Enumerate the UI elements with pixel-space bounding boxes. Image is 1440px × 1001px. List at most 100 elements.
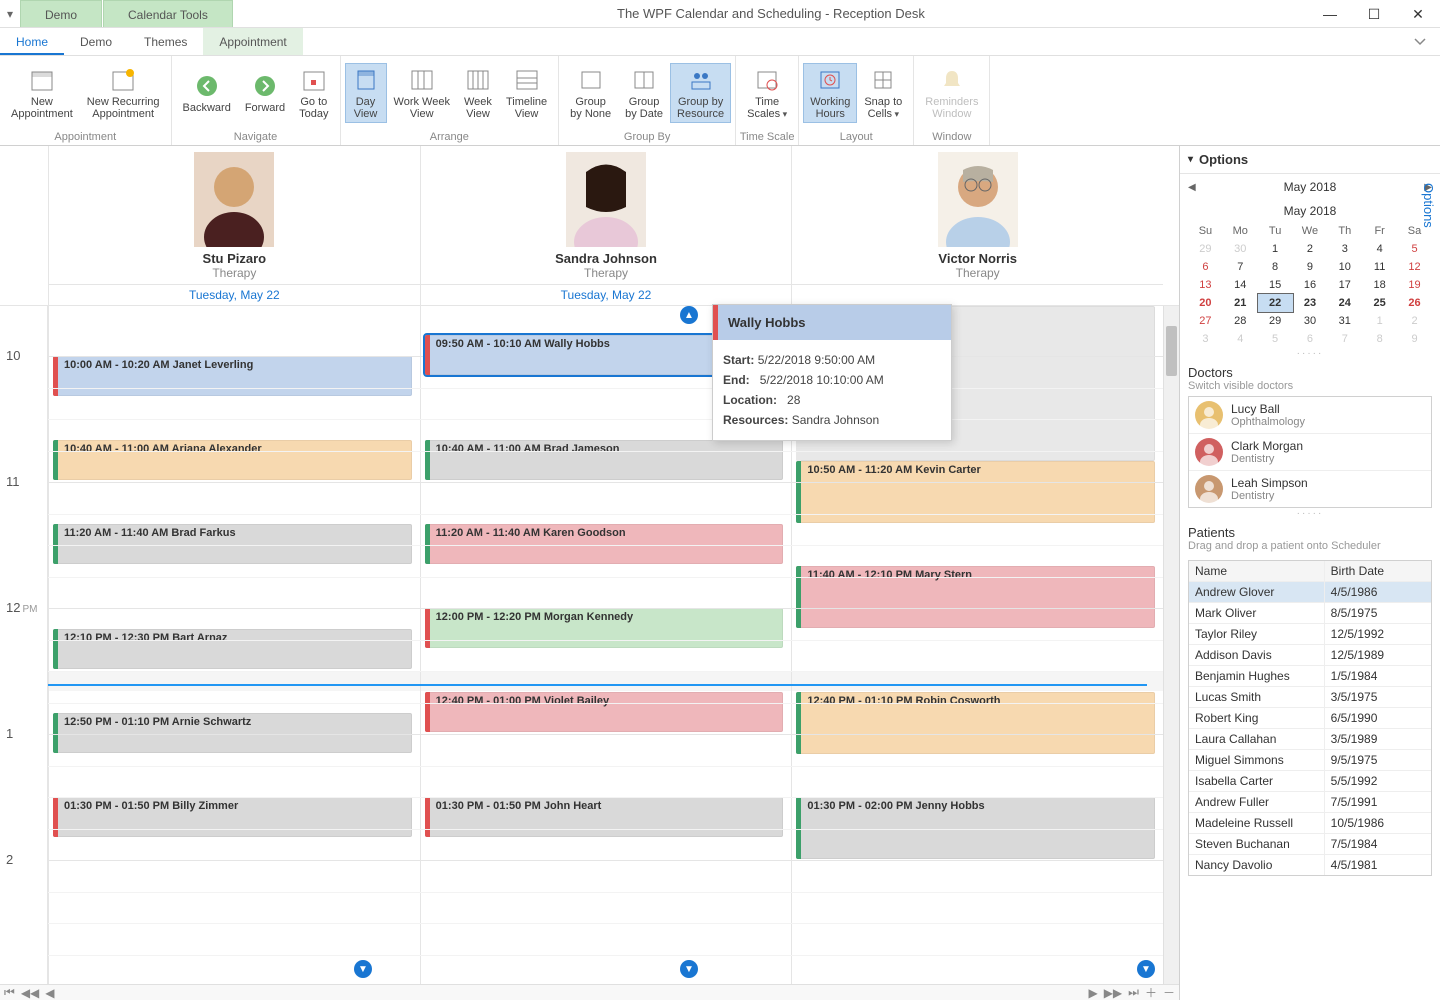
doctor-item[interactable]: Leah SimpsonDentistry [1189,471,1431,507]
tab-home[interactable]: Home [0,28,64,55]
calendar-day[interactable]: 29 [1258,312,1293,330]
group-none-button[interactable]: Group by None [563,63,618,123]
appointment[interactable]: 11:20 AM - 11:40 AM Karen Goodson [425,524,784,564]
patient-row[interactable]: Isabella Carter5/5/1992 [1189,771,1431,792]
column-scroll-down-icon[interactable]: ▼ [1137,960,1155,978]
forward-button[interactable]: Forward [238,69,292,117]
calendar-day[interactable]: 16 [1293,276,1328,294]
patient-row[interactable]: Andrew Glover4/5/1986 [1189,582,1431,603]
calendar-day[interactable]: 10 [1327,258,1362,276]
qat-dropdown-icon[interactable]: ▾ [0,7,20,21]
new-appointment-button[interactable]: New Appointment [4,63,80,123]
timeline-view-button[interactable]: Timeline View [499,63,554,123]
ribbon-collapse-icon[interactable] [1400,28,1440,55]
calendar-day[interactable]: 20 [1188,294,1223,312]
calendar-day[interactable]: 31 [1327,312,1362,330]
column-scroll-down-icon[interactable]: ▼ [354,960,372,978]
navigation-bar[interactable]: ⏮ ◀◀ ◀ ▶ ▶▶ ⏭ ＋ － [0,984,1179,1000]
patient-row[interactable]: Madeleine Russell10/5/1986 [1189,813,1431,834]
day-view-button[interactable]: Day View [345,63,387,123]
appointment[interactable]: 12:40 PM - 01:00 PM Violet Bailey [425,692,784,732]
patient-row[interactable]: Lucas Smith3/5/1975 [1189,687,1431,708]
minimize-button[interactable]: — [1308,0,1352,28]
calendar-day[interactable]: 9 [1293,258,1328,276]
maximize-button[interactable]: ☐ [1352,0,1396,28]
calendar-day[interactable]: 23 [1293,294,1328,312]
work-week-button[interactable]: Work Week View [387,63,457,123]
group-resource-button[interactable]: Group by Resource [670,63,731,123]
calendar-day[interactable]: 25 [1362,294,1397,312]
appointment[interactable]: 12:10 PM - 12:30 PM Bart Arnaz [53,629,412,669]
working-hours-button[interactable]: Working Hours [803,63,857,123]
group-date-button[interactable]: Group by Date [618,63,670,123]
snap-cells-button[interactable]: Snap to Cells [857,63,909,123]
options-header[interactable]: Options [1180,146,1440,174]
patient-row[interactable]: Miguel Simmons9/5/1975 [1189,750,1431,771]
column-header-2[interactable]: Victor Norris Therapy [791,146,1163,305]
appointment[interactable]: 11:40 AM - 12:10 PM Mary Stern [796,566,1155,628]
splitter-handle[interactable]: ····· [1180,508,1440,519]
calendar-day[interactable]: 28 [1223,312,1258,330]
doctor-item[interactable]: Lucy BallOphthalmology [1189,397,1431,434]
calendar-day[interactable]: 19 [1397,276,1432,294]
calendar-day[interactable]: 8 [1362,330,1397,348]
calendar-day[interactable]: 4 [1223,330,1258,348]
calendar-day[interactable]: 3 [1188,330,1223,348]
calendar-day[interactable]: 6 [1188,258,1223,276]
tab-appointment[interactable]: Appointment [203,28,302,55]
options-side-tab[interactable]: Options [1417,175,1440,236]
appointment[interactable]: 01:30 PM - 01:50 PM John Heart [425,797,784,837]
patient-row[interactable]: Steven Buchanan7/5/1984 [1189,834,1431,855]
reminders-button[interactable]: Reminders Window [918,63,985,123]
context-tab-calendar-tools[interactable]: Calendar Tools [103,0,233,27]
calendar-day[interactable]: 1 [1362,312,1397,330]
calendar-day[interactable]: 4 [1362,240,1397,258]
splitter-handle[interactable]: ····· [1180,348,1440,359]
calendar-day[interactable]: 2 [1293,240,1328,258]
tab-themes[interactable]: Themes [128,28,203,55]
appointment[interactable]: 10:00 AM - 10:20 AM Janet Leverling [53,356,412,396]
calendar-day[interactable]: 17 [1327,276,1362,294]
week-view-button[interactable]: Week View [457,63,499,123]
appointment[interactable]: 10:40 AM - 11:00 AM Ariana Alexander [53,440,412,480]
appointment[interactable]: 01:30 PM - 01:50 PM Billy Zimmer [53,797,412,837]
calendar-day[interactable]: 14 [1223,276,1258,294]
nav-next-icon[interactable]: ▶▶ [1104,986,1122,1000]
calendar-day[interactable]: 12 [1397,258,1432,276]
calendar-day[interactable]: 11 [1362,258,1397,276]
calendar-day[interactable]: 8 [1258,258,1293,276]
calendar-day[interactable]: 18 [1362,276,1397,294]
calendar-day[interactable]: 30 [1223,240,1258,258]
patient-row[interactable]: Laura Callahan3/5/1989 [1189,729,1431,750]
calendar-day[interactable]: 22 [1258,294,1293,312]
calendar-day[interactable]: 15 [1258,276,1293,294]
calendar-day[interactable]: 30 [1293,312,1328,330]
patient-row[interactable]: Mark Oliver8/5/1975 [1189,603,1431,624]
nav-fwd-icon[interactable]: ▶ [1088,986,1097,1000]
calendar-day[interactable]: 5 [1397,240,1432,258]
patient-row[interactable]: Taylor Riley12/5/1992 [1189,624,1431,645]
calendar-day[interactable]: 21 [1223,294,1258,312]
doctor-item[interactable]: Clark MorganDentistry [1189,434,1431,471]
column-header-1[interactable]: Sandra Johnson Therapy Tuesday, May 22 [420,146,792,305]
appointment[interactable]: 11:20 AM - 11:40 AM Brad Farkus [53,524,412,564]
nav-first-icon[interactable]: ⏮ [4,985,15,1000]
column-header-0[interactable]: Stu Pizaro Therapy Tuesday, May 22 [48,146,420,305]
context-tab-demo[interactable]: Demo [20,0,102,27]
calendar-day[interactable]: 2 [1397,312,1432,330]
patient-row[interactable]: Addison Davis12/5/1989 [1189,645,1431,666]
nav-back-icon[interactable]: ◀ [45,986,54,1000]
calendar-day[interactable]: 27 [1188,312,1223,330]
time-scales-button[interactable]: Time Scales [740,63,794,123]
calendar-day[interactable]: 29 [1188,240,1223,258]
nav-last-icon[interactable]: ⏭ [1128,985,1139,1000]
month-prev-icon[interactable]: ◀ [1188,182,1196,193]
calendar-day[interactable]: 1 [1258,240,1293,258]
appointment[interactable]: 10:40 AM - 11:00 AM Brad Jameson [425,440,784,480]
vertical-scrollbar[interactable] [1163,306,1179,984]
backward-button[interactable]: Backward [176,69,238,117]
appointment[interactable]: 12:50 PM - 01:10 PM Arnie Schwartz [53,713,412,753]
patient-row[interactable]: Robert King6/5/1990 [1189,708,1431,729]
appointment[interactable]: 12:40 PM - 01:10 PM Robin Cosworth [796,692,1155,754]
calendar-day[interactable]: 6 [1293,330,1328,348]
